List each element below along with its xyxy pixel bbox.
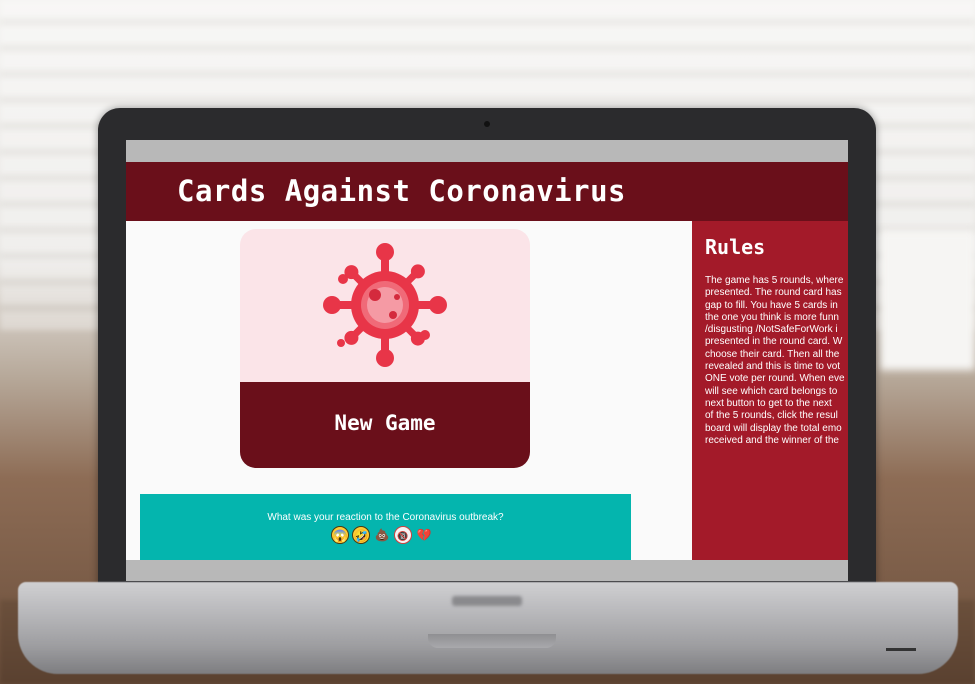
shocked-emoji-button[interactable]: 😱: [331, 526, 349, 544]
rules-line: the one you think is more funn: [705, 311, 839, 323]
laughing-emoji-button[interactable]: 🤣: [352, 526, 370, 544]
app-window: Cards Against Coronavirus New Game What …: [126, 162, 848, 560]
rules-line: /disgusting /NotSafeForWork i: [705, 324, 838, 336]
laptop-opening-notch: [428, 634, 556, 648]
app-header: Cards Against Coronavirus: [126, 162, 848, 221]
rules-text: The game has 5 rounds, where presented. …: [705, 275, 848, 447]
laptop-slot: [886, 648, 916, 651]
rules-line: next button to get to the next: [705, 397, 832, 409]
new-game-button-label: New Game: [334, 411, 436, 435]
background-window: [880, 230, 975, 370]
rules-line: board will display the total emo: [705, 422, 842, 434]
poop-emoji-button[interactable]: 💩: [373, 526, 391, 544]
rules-line: presented. The round card has: [705, 287, 842, 299]
laptop-screen: Cards Against Coronavirus New Game What …: [126, 140, 848, 581]
rules-line: presented in the round card. W: [705, 336, 843, 348]
webcam: [484, 121, 490, 127]
rules-line: revealed and this is time to vot: [705, 361, 841, 373]
new-game-card[interactable]: New Game: [240, 229, 530, 468]
rules-line: gap to fill. You have 5 cards in: [705, 299, 838, 311]
rules-line: ONE vote per round. When eve: [705, 373, 845, 385]
rules-panel: Rules The game has 5 rounds, where prese…: [692, 221, 848, 560]
laptop-brand-label: [452, 596, 522, 606]
reaction-question: What was your reaction to the Coronaviru…: [267, 512, 504, 523]
reaction-poll: What was your reaction to the Coronaviru…: [140, 494, 631, 560]
card-illustration: [240, 229, 530, 382]
rules-line: The game has 5 rounds, where: [705, 275, 844, 286]
virus-icon: [323, 243, 447, 367]
rules-line: received and the winner of the: [705, 434, 839, 446]
rules-line: of the 5 rounds, click the resul: [705, 410, 838, 422]
rules-line: will see which card belongs to: [705, 385, 838, 397]
rules-title: Rules: [705, 235, 766, 259]
reaction-emoji-row: 😱 🤣 💩 🔞 💔: [331, 526, 433, 546]
rules-line: choose their card. Then all the: [705, 348, 840, 360]
card-footer: New Game: [240, 382, 530, 468]
nsfw-18-emoji-button[interactable]: 🔞: [394, 526, 412, 544]
app-title: Cards Against Coronavirus: [177, 174, 626, 208]
broken-heart-emoji-button[interactable]: 💔: [415, 526, 433, 544]
